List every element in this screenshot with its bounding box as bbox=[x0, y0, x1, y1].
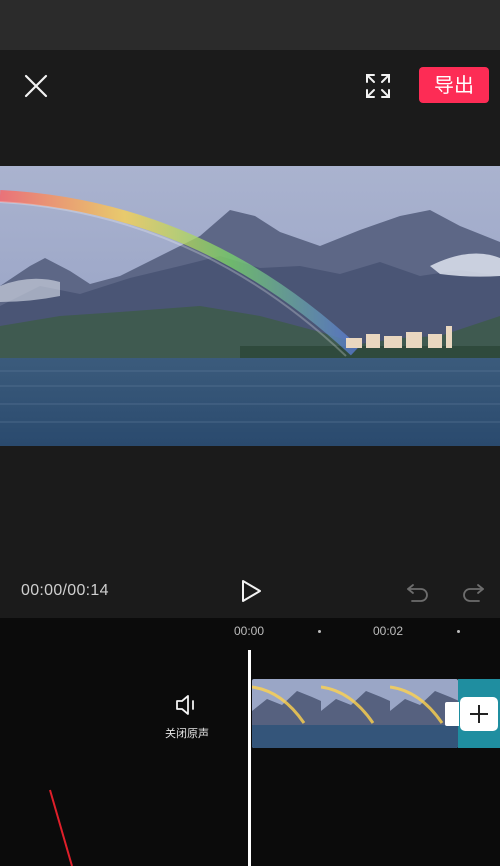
redo-button[interactable] bbox=[459, 577, 487, 605]
video-clip[interactable] bbox=[252, 679, 458, 748]
play-icon bbox=[242, 580, 261, 602]
editor-top-bar: 导出 bbox=[0, 50, 500, 166]
redo-icon bbox=[463, 584, 484, 602]
add-clip-button[interactable] bbox=[460, 697, 498, 731]
status-bar bbox=[0, 0, 500, 50]
close-button[interactable] bbox=[20, 70, 52, 102]
video-preview[interactable] bbox=[0, 166, 500, 446]
undo-icon bbox=[407, 584, 428, 602]
clip-thumbnail bbox=[321, 679, 390, 748]
red-arrow-annotation bbox=[49, 789, 73, 866]
mute-label: 关闭原声 bbox=[165, 727, 209, 740]
fullscreen-icon bbox=[366, 74, 390, 98]
ruler-mark-1: 00:02 bbox=[373, 624, 404, 638]
timeline[interactable]: 00:00 00:02 关闭原声 bbox=[0, 618, 500, 866]
time-readout: 00:00/00:14 bbox=[21, 582, 109, 599]
player-controls-area: 00:00/00:14 bbox=[0, 446, 500, 618]
preview-frame-image bbox=[0, 166, 500, 446]
mute-original-audio-button[interactable]: 关闭原声 bbox=[160, 692, 214, 741]
undo-button[interactable] bbox=[404, 577, 432, 605]
playhead[interactable] bbox=[248, 650, 251, 866]
fullscreen-button[interactable] bbox=[362, 70, 394, 102]
ruler-dot bbox=[457, 630, 460, 633]
clip-trim-handle[interactable] bbox=[445, 702, 459, 726]
ruler-dot bbox=[318, 630, 321, 633]
export-button[interactable]: 导出 bbox=[419, 67, 489, 103]
clip-thumbnail bbox=[252, 679, 321, 748]
speaker-icon bbox=[176, 695, 194, 715]
play-button[interactable] bbox=[236, 576, 266, 606]
close-icon bbox=[24, 74, 48, 98]
ruler-mark-0: 00:00 bbox=[234, 624, 265, 638]
